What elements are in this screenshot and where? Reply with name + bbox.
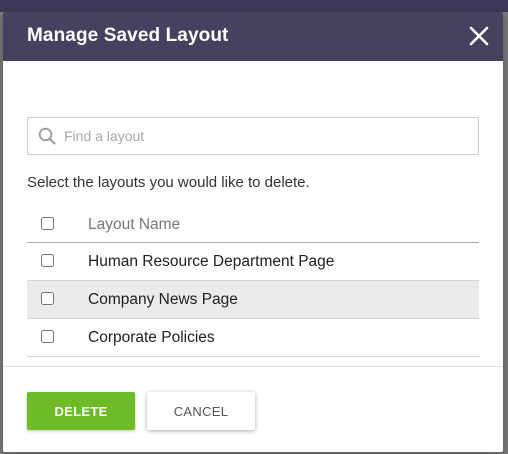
dialog-header: Manage Saved Layout [3, 12, 503, 61]
close-icon [469, 26, 489, 46]
layout-name-cell: Company News Page [88, 291, 238, 308]
table-row[interactable]: Company News Page [27, 281, 479, 319]
layout-table: Layout Name Human Resource Department Pa… [27, 206, 479, 357]
cancel-button[interactable]: CANCEL [147, 392, 255, 430]
table-header-row: Layout Name [27, 206, 479, 243]
row-checkbox[interactable] [41, 254, 54, 267]
row-checkbox[interactable] [41, 330, 54, 343]
layout-name-cell: Corporate Policies [88, 329, 215, 346]
manage-saved-layout-dialog: Manage Saved Layout Select the layouts y… [3, 12, 503, 452]
instruction-text: Select the layouts you would like to del… [27, 174, 310, 191]
search-icon [38, 127, 56, 145]
layout-name-cell: Human Resource Department Page [88, 253, 335, 270]
close-button[interactable] [467, 24, 491, 48]
dialog-title: Manage Saved Layout [27, 25, 229, 46]
footer-divider [3, 366, 503, 367]
delete-button[interactable]: DELETE [27, 392, 135, 430]
table-row[interactable]: Corporate Policies [27, 319, 479, 357]
search-input[interactable] [64, 118, 472, 154]
row-checkbox[interactable] [41, 292, 54, 305]
select-all-checkbox[interactable] [41, 217, 54, 230]
page-backdrop-header [0, 0, 508, 12]
column-header-layout-name: Layout Name [88, 216, 181, 233]
table-row[interactable]: Human Resource Department Page [27, 243, 479, 281]
search-box [27, 117, 479, 155]
